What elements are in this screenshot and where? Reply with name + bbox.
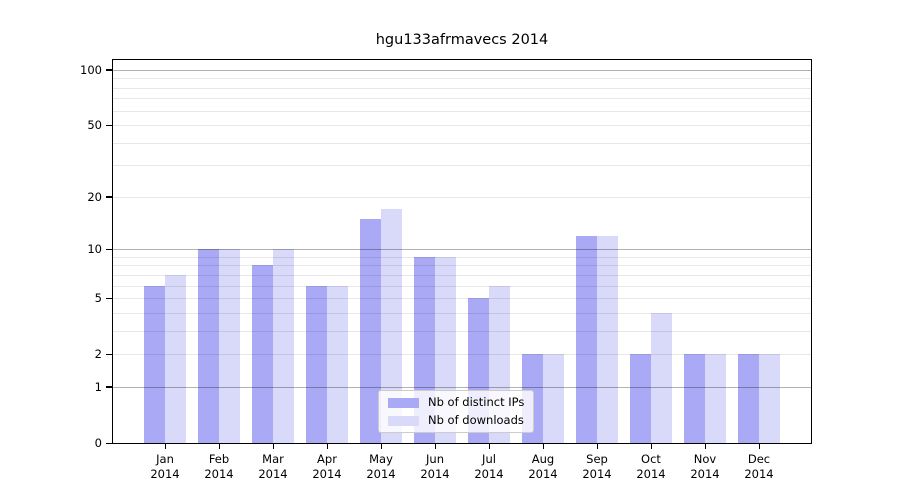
- y-tick-label-1: 1: [56, 380, 102, 394]
- y-tick-label-100: 100: [56, 63, 102, 77]
- bar-ips-feb: [198, 249, 219, 443]
- figure: hgu133afrmavecs 2014 Nb of distinct IPs …: [0, 0, 900, 500]
- x-tick-may: [381, 444, 383, 449]
- x-tick-label-oct: Oct 2014: [624, 452, 678, 482]
- y-tick-label-0: 0: [56, 436, 102, 450]
- gridline-minor-7: [113, 275, 811, 276]
- x-tick-jul: [489, 444, 491, 449]
- gridline-minor-6: [113, 286, 811, 287]
- x-tick-oct: [651, 444, 653, 449]
- bar-ips-sep: [576, 236, 597, 443]
- legend-item-downloads: Nb of downloads: [388, 414, 524, 427]
- y-tick-10: [106, 249, 112, 251]
- bar-downloads-apr: [327, 286, 348, 443]
- x-tick-sep: [597, 444, 599, 449]
- x-tick-label-apr: Apr 2014: [300, 452, 354, 482]
- x-tick-jun: [435, 444, 437, 449]
- gridline-minor-3: [113, 331, 811, 332]
- gridline-major-10: [113, 249, 811, 250]
- bar-ips-dec: [738, 354, 759, 443]
- gridline-minor-8: [113, 265, 811, 266]
- legend-item-distinct-ips: Nb of distinct IPs: [388, 396, 524, 409]
- x-tick-label-nov: Nov 2014: [678, 452, 732, 482]
- y-tick-5: [106, 298, 112, 300]
- bar-ips-apr: [306, 286, 327, 443]
- x-tick-dec: [759, 444, 761, 449]
- legend-swatch: [388, 398, 419, 408]
- gridline-minor-30: [113, 165, 811, 166]
- legend-label: Nb of distinct IPs: [428, 396, 524, 409]
- y-tick-1: [106, 386, 112, 388]
- x-tick-label-jul: Jul 2014: [462, 452, 516, 482]
- legend: Nb of distinct IPs Nb of downloads: [378, 390, 534, 433]
- x-tick-label-mar: Mar 2014: [246, 452, 300, 482]
- y-tick-50: [106, 125, 112, 127]
- x-tick-label-may: May 2014: [354, 452, 408, 482]
- gridline-minor-5: [113, 298, 811, 299]
- bar-downloads-sep: [597, 236, 618, 443]
- chart-title: hgu133afrmavecs 2014: [112, 32, 812, 48]
- x-tick-label-aug: Aug 2014: [516, 452, 570, 482]
- gridline-minor-40: [113, 143, 811, 144]
- bar-downloads-feb: [219, 249, 240, 443]
- gridline-minor-90: [113, 78, 811, 79]
- y-tick-label-10: 10: [56, 242, 102, 256]
- bar-ips-oct: [630, 354, 651, 443]
- x-tick-label-jun: Jun 2014: [408, 452, 462, 482]
- bar-ips-jan: [144, 286, 165, 443]
- y-tick-20: [106, 196, 112, 198]
- gridline-minor-4: [113, 313, 811, 314]
- y-tick-100: [106, 69, 112, 71]
- y-tick-label-50: 50: [56, 118, 102, 132]
- gridline-minor-60: [113, 111, 811, 112]
- x-tick-aug: [543, 444, 545, 449]
- gridline-minor-80: [113, 88, 811, 89]
- bar-downloads-oct: [651, 313, 672, 443]
- gridline-major-100: [113, 70, 811, 71]
- gridline-major-1: [113, 387, 811, 388]
- x-tick-nov: [705, 444, 707, 449]
- x-tick-label-jan: Jan 2014: [138, 452, 192, 482]
- gridline-minor-70: [113, 98, 811, 99]
- bar-downloads-mar: [273, 249, 294, 443]
- gridline-minor-20: [113, 197, 811, 198]
- y-tick-label-5: 5: [56, 291, 102, 305]
- bar-downloads-aug: [543, 354, 564, 443]
- x-tick-label-feb: Feb 2014: [192, 452, 246, 482]
- bar-downloads-nov: [705, 354, 726, 443]
- gridline-minor-9: [113, 257, 811, 258]
- bar-downloads-dec: [759, 354, 780, 443]
- y-tick-label-20: 20: [56, 190, 102, 204]
- y-tick-0: [106, 443, 112, 445]
- gridline-minor-2: [113, 354, 811, 355]
- bar-downloads-jan: [165, 275, 186, 443]
- y-tick-2: [106, 354, 112, 356]
- gridline-minor-50: [113, 125, 811, 126]
- plot-area: Nb of distinct IPs Nb of downloads: [112, 59, 812, 444]
- x-tick-feb: [219, 444, 221, 449]
- x-tick-mar: [273, 444, 275, 449]
- x-tick-apr: [327, 444, 329, 449]
- x-tick-label-sep: Sep 2014: [570, 452, 624, 482]
- bar-ips-nov: [684, 354, 705, 443]
- legend-label: Nb of downloads: [428, 414, 524, 427]
- y-tick-label-2: 2: [56, 347, 102, 361]
- x-tick-label-dec: Dec 2014: [732, 452, 786, 482]
- legend-swatch: [388, 416, 419, 426]
- x-tick-jan: [165, 444, 167, 449]
